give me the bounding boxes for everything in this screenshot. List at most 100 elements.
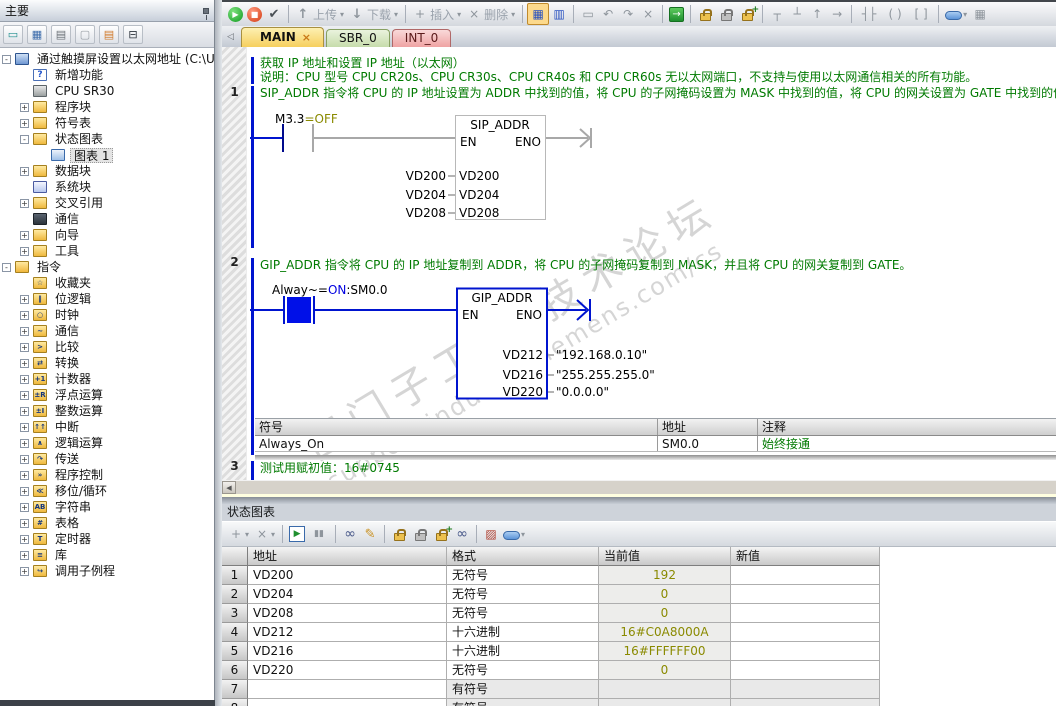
download-button[interactable]: ↓ 下载 ▾ — [347, 3, 401, 25]
program-comment-line1[interactable]: 获取 IP 地址和设置 IP 地址（以太网） — [260, 56, 465, 70]
chevron-down-icon[interactable]: ▾ — [510, 10, 516, 19]
insert-contact-button[interactable]: ┤├ — [856, 3, 882, 25]
format-cell[interactable]: 有符号 — [447, 680, 599, 699]
tree-item-whats-new[interactable]: ? 新增功能 — [0, 67, 214, 83]
tree-item-logic-ops[interactable]: + ∧ 逻辑运算 — [0, 435, 214, 451]
tree-item-system-block[interactable]: 系统块 — [0, 179, 214, 195]
tree-item-program-block[interactable]: + 程序块 — [0, 99, 214, 115]
current-value-header[interactable]: 当前值 — [599, 547, 731, 566]
chevron-down-icon[interactable]: ▾ — [393, 10, 399, 19]
tree-item-label[interactable]: 工具 — [52, 244, 82, 259]
chevron-down-icon[interactable]: ▾ — [270, 530, 276, 539]
tree-item-comm-instructions[interactable]: + ~ 通信 — [0, 323, 214, 339]
read-forced-button[interactable]: ∞ — [452, 523, 472, 545]
output-pin[interactable]: VD216 — [503, 368, 543, 382]
communication-icon[interactable]: ⊟ — [123, 25, 143, 44]
tree-expander-icon[interactable]: + — [20, 310, 29, 320]
insert-coil-button[interactable]: ( ) — [882, 3, 908, 25]
tree-item-favorites[interactable]: ☆ 收藏夹 — [0, 275, 214, 291]
address-cell[interactable]: VD208 — [248, 604, 447, 623]
new-value-cell[interactable] — [731, 680, 880, 699]
tree-expander-icon[interactable]: - — [20, 134, 29, 144]
chevron-down-icon[interactable]: ▾ — [244, 530, 250, 539]
insert-network-button[interactable]: + 插入 ▾ — [410, 3, 464, 25]
tree-expander-icon[interactable]: + — [20, 166, 29, 176]
tree-item-label[interactable]: 向导 — [52, 228, 82, 243]
format-cell[interactable]: 无符号 — [447, 604, 599, 623]
cross-reference-icon[interactable]: ▤ — [99, 25, 119, 44]
close-icon[interactable]: × — [302, 28, 311, 47]
chevron-down-icon[interactable]: ▾ — [520, 530, 526, 539]
tree-item-tools[interactable]: + 工具 — [0, 243, 214, 259]
tree-item-label[interactable]: 数据块 — [52, 164, 94, 179]
tree-item-string[interactable]: + AB 字符串 — [0, 499, 214, 515]
run-button[interactable]: ▶ — [226, 3, 245, 25]
tree-expander-icon[interactable]: + — [20, 422, 29, 432]
pause-status-button[interactable]: ▥ — [549, 3, 569, 25]
new-value-cell[interactable] — [731, 642, 880, 661]
table-view-button[interactable]: ▦ — [970, 3, 990, 25]
tree-expander-icon[interactable]: + — [20, 486, 29, 496]
upload-button[interactable]: ↑ 上传 ▾ — [293, 3, 347, 25]
tree-item-project-root[interactable]: - 通过触摸屏设置以太网地址 (C:\Us — [0, 51, 214, 67]
chevron-down-icon[interactable]: ▾ — [962, 10, 968, 19]
tree-item-label[interactable]: 时钟 — [52, 308, 82, 323]
address-cell[interactable]: VD204 — [248, 585, 447, 604]
chevron-down-icon[interactable]: ▾ — [456, 10, 462, 19]
bookmark-toggle-button[interactable]: ▭ — [578, 3, 598, 25]
tree-item-label[interactable]: 转换 — [52, 356, 82, 371]
tree-expander-icon[interactable]: + — [20, 102, 29, 112]
tree-item-label[interactable]: 程序控制 — [52, 468, 106, 483]
chart-status-start-button[interactable]: ▶ — [287, 523, 307, 545]
program-status-button[interactable]: ▦ — [527, 3, 550, 25]
new-value-cell[interactable] — [731, 661, 880, 680]
tree-item-label[interactable]: 字符串 — [52, 500, 94, 515]
tree-item-cpu[interactable]: CPU SR30 — [0, 83, 214, 99]
output-pin[interactable]: VD220 — [503, 385, 543, 399]
network1-ladder[interactable]: M3.3=OFF SIP_ADDR EN ENO VD200 VD200 VD2… — [250, 103, 670, 231]
unforce-button[interactable] — [716, 3, 737, 25]
address-cell[interactable]: VD216 — [248, 642, 447, 661]
network3-comment[interactable]: 测试用赋初值：16#0745 — [260, 461, 400, 475]
format-header[interactable]: 格式 — [447, 547, 599, 566]
bookmark-next-button[interactable]: ↷ — [618, 3, 638, 25]
tree-item-label[interactable]: 比较 — [52, 340, 82, 355]
tree-expander-icon[interactable]: + — [20, 358, 29, 368]
tree-item-compare[interactable]: + > 比较 — [0, 339, 214, 355]
scroll-left-icon[interactable]: ◀ — [222, 481, 236, 494]
tree-item-label[interactable]: 位逻辑 — [52, 292, 94, 307]
tree-item-label[interactable]: 通过触摸屏设置以太网地址 (C:\Us — [34, 52, 214, 67]
tree-expander-icon[interactable]: + — [20, 342, 29, 352]
tree-item-integer-math[interactable]: + ±I 整数运算 — [0, 403, 214, 419]
tree-item-chart-1[interactable]: 图表 1 — [0, 147, 214, 163]
address-tag-button[interactable]: ▾ — [501, 523, 528, 545]
format-cell[interactable]: 十六进制 — [447, 642, 599, 661]
tree-item-shift-rotate[interactable]: + ≪ 移位/循环 — [0, 483, 214, 499]
tree-item-cross-reference[interactable]: + 交叉引用 — [0, 195, 214, 211]
insert-branch-down-button[interactable]: ┬ — [767, 3, 787, 25]
tree-item-label[interactable]: 中断 — [52, 420, 82, 435]
tree-item-label[interactable]: 计数器 — [52, 372, 94, 387]
program-comment-line2[interactable]: 说明：CPU 型号 CPU CR20s、CPU CR30s、CPU CR40s … — [260, 70, 977, 84]
insert-branch-up-button[interactable]: ┴ — [787, 3, 807, 25]
tree-item-status-chart[interactable]: - 状态图表 — [0, 131, 214, 147]
goto-button[interactable]: → — [667, 3, 686, 25]
new-value-cell[interactable] — [731, 585, 880, 604]
insert-row-button[interactable]: + ▾ — [226, 523, 252, 545]
symbol-table-icon[interactable]: ▭ — [3, 25, 23, 44]
tree-expander-icon[interactable]: + — [20, 438, 29, 448]
network1-comment[interactable]: SIP_ADDR 指令将 CPU 的 IP 地址设置为 ADDR 中找到的值，将… — [260, 86, 1056, 100]
new-value-header[interactable]: 新值 — [731, 547, 880, 566]
tree-expander-icon[interactable]: + — [20, 198, 29, 208]
network2-comment[interactable]: GIP_ADDR 指令将 CPU 的 IP 地址复制到 ADDR，将 CPU 的… — [260, 258, 911, 272]
pin-icon[interactable] — [203, 7, 209, 20]
input-operand[interactable]: VD204 — [459, 188, 499, 202]
status-chart-panel-title[interactable]: 状态图表 — [222, 504, 1056, 521]
input-operand[interactable]: VD208 — [459, 206, 499, 220]
tree-item-label[interactable]: 传送 — [52, 452, 82, 467]
tree-item-floating-point[interactable]: + ±R 浮点运算 — [0, 387, 214, 403]
ladder-editor[interactable]: 1 2 3 西门子工业 技术论坛 support.industry.siemen… — [222, 47, 1056, 480]
address-cell[interactable]: VD212 — [248, 623, 447, 642]
tree-item-data-block[interactable]: + 数据块 — [0, 163, 214, 179]
tree-item-label[interactable]: 状态图表 — [52, 132, 106, 147]
